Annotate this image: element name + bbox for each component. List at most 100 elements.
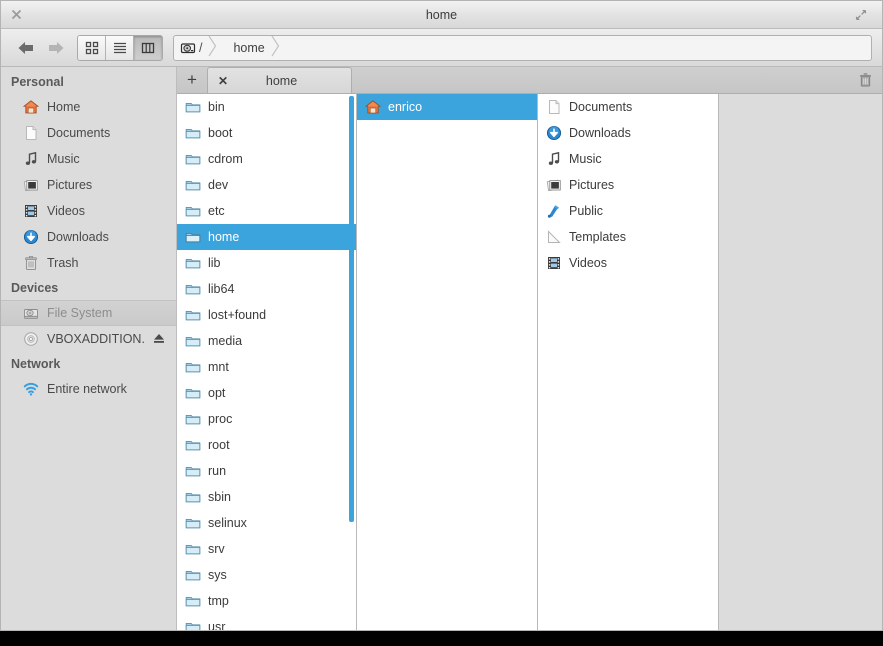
sidebar-item-downloads[interactable]: Downloads: [1, 224, 176, 250]
harddisk-icon: [23, 305, 39, 321]
list-item[interactable]: sys: [177, 562, 356, 588]
list-item-label: media: [208, 334, 243, 348]
folder-icon: [185, 593, 201, 609]
folder-icon: [185, 255, 201, 271]
sidebar-item-documents[interactable]: Documents: [1, 120, 176, 146]
breadcrumb-item-home[interactable]: home: [219, 35, 283, 60]
list-item[interactable]: enrico: [357, 94, 537, 120]
list-item[interactable]: Downloads: [538, 120, 718, 146]
list-item[interactable]: dev: [177, 172, 356, 198]
folder-icon: [185, 515, 201, 531]
sidebar-item-home[interactable]: Home: [1, 94, 176, 120]
list-item[interactable]: mnt: [177, 354, 356, 380]
list-item-label: home: [208, 230, 240, 244]
list-item-label: run: [208, 464, 227, 478]
folder-icon: [185, 333, 201, 349]
sidebar-item-vboxadditions[interactable]: VBOXADDITION...: [1, 326, 176, 352]
list-item-label: Pictures: [569, 178, 615, 192]
list-item[interactable]: bin: [177, 94, 356, 120]
list-item[interactable]: Templates: [538, 224, 718, 250]
icon-view-button[interactable]: [78, 35, 106, 60]
templates-icon: [546, 229, 562, 245]
list-view-button[interactable]: [106, 35, 134, 60]
column-empty-area: [719, 94, 882, 630]
folder-icon: [185, 541, 201, 557]
list-item-label: sbin: [208, 490, 231, 504]
sidebar-item-trash[interactable]: Trash: [1, 250, 176, 276]
list-item[interactable]: Documents: [538, 94, 718, 120]
list-item[interactable]: tmp: [177, 588, 356, 614]
grid-icon: [85, 41, 98, 54]
list-item-label: Public: [569, 204, 604, 218]
list-item[interactable]: usr: [177, 614, 356, 630]
list-item[interactable]: root: [177, 432, 356, 458]
sidebar-item-label: Documents: [47, 126, 111, 140]
folder-icon: [185, 125, 201, 141]
file-manager-window: home / home Personal Home Documents Musi…: [0, 0, 883, 631]
sidebar-item-pictures[interactable]: Pictures: [1, 172, 176, 198]
tab-home[interactable]: ✕ home: [207, 67, 352, 93]
list-item-label: Downloads: [569, 126, 631, 140]
list-item[interactable]: Pictures: [538, 172, 718, 198]
vertical-scrollbar[interactable]: [349, 96, 354, 522]
list-item[interactable]: selinux: [177, 510, 356, 536]
column-root[interactable]: bin boot cdrom dev etc home lib lib64 lo…: [177, 94, 357, 630]
list-icon: [113, 42, 126, 53]
home-icon: [23, 99, 39, 115]
document-icon: [546, 99, 562, 115]
folder-icon: [185, 411, 201, 427]
breadcrumb[interactable]: / home: [173, 34, 872, 61]
column-enrico[interactable]: Documents Downloads Music Pictures Publi…: [538, 94, 719, 630]
arrow-left-icon: [18, 41, 33, 54]
list-item[interactable]: sbin: [177, 484, 356, 510]
breadcrumb-item-root[interactable]: /: [178, 35, 219, 60]
sidebar-item-label: VBOXADDITION...: [47, 332, 144, 346]
column-view-button[interactable]: [134, 35, 162, 60]
list-item[interactable]: Public: [538, 198, 718, 224]
sidebar-item-label: Music: [47, 152, 80, 166]
list-item[interactable]: lib: [177, 250, 356, 276]
list-item[interactable]: proc: [177, 406, 356, 432]
close-button[interactable]: [1, 1, 31, 29]
sidebar-item-music[interactable]: Music: [1, 146, 176, 172]
list-item-label: usr: [208, 620, 226, 630]
chevron-right-icon: [271, 35, 280, 60]
sidebar-item-label: Entire network: [47, 382, 127, 396]
sidebar-group-network: Network: [11, 357, 61, 371]
list-item[interactable]: cdrom: [177, 146, 356, 172]
tab-bar: + ✕ home: [177, 67, 882, 94]
new-tab-button[interactable]: +: [177, 66, 207, 93]
back-button[interactable]: [11, 33, 41, 63]
sidebar-item-videos[interactable]: Videos: [1, 198, 176, 224]
window-title: home: [425, 7, 458, 22]
list-item[interactable]: media: [177, 328, 356, 354]
column-home[interactable]: enrico: [357, 94, 538, 630]
delete-button[interactable]: [848, 66, 882, 93]
list-item[interactable]: home: [177, 224, 356, 250]
sidebar-item-label: Downloads: [47, 230, 109, 244]
forward-button[interactable]: [41, 33, 71, 63]
sidebar-item-file-system[interactable]: File System: [1, 300, 176, 326]
list-item-label: enrico: [388, 100, 423, 114]
sidebar-item-entire-network[interactable]: Entire network: [1, 376, 176, 402]
column-browser: bin boot cdrom dev etc home lib lib64 lo…: [177, 94, 882, 630]
list-item[interactable]: etc: [177, 198, 356, 224]
video-icon: [546, 255, 562, 271]
list-item[interactable]: Videos: [538, 250, 718, 276]
list-item[interactable]: Music: [538, 146, 718, 172]
home-icon: [365, 99, 381, 115]
list-item-label: selinux: [208, 516, 247, 530]
list-item[interactable]: opt: [177, 380, 356, 406]
sidebar-item-label: Videos: [47, 204, 85, 218]
list-item[interactable]: srv: [177, 536, 356, 562]
columns-icon: [141, 42, 155, 53]
list-item-label: srv: [208, 542, 225, 556]
list-item[interactable]: lost+found: [177, 302, 356, 328]
list-item[interactable]: run: [177, 458, 356, 484]
maximize-button[interactable]: [846, 1, 876, 29]
eject-icon[interactable]: [152, 331, 166, 348]
maximize-icon: [855, 9, 867, 20]
close-tab-icon[interactable]: ✕: [218, 74, 228, 88]
list-item[interactable]: lib64: [177, 276, 356, 302]
list-item[interactable]: boot: [177, 120, 356, 146]
